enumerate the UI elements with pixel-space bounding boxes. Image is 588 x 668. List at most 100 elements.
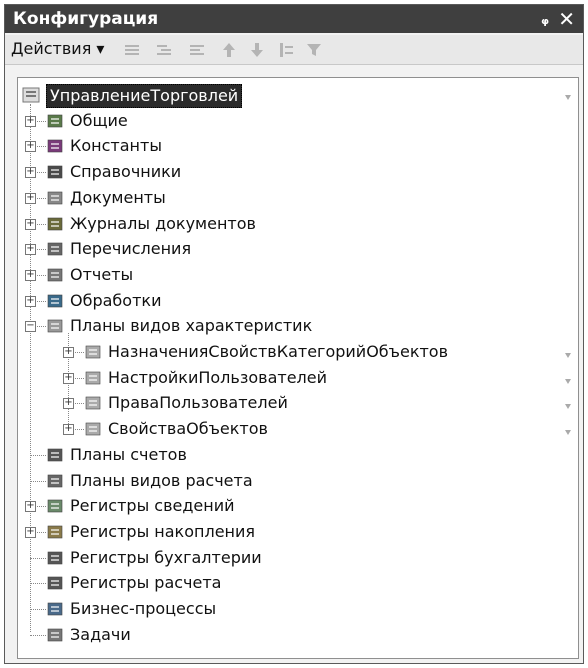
collapse-icon[interactable]: − [25,321,36,333]
catalogs-icon [47,165,63,179]
enums-icon [47,242,63,256]
tree-item-label: Отчеты [70,264,134,284]
move-up-icon[interactable] [220,41,238,59]
tree-item[interactable]: + Отчеты [18,264,558,286]
edit-icon[interactable] [188,41,206,59]
tree-item[interactable]: + Документы [18,187,558,209]
tree-item-label: Бизнес-процессы [70,599,217,618]
tree-connector-line [30,454,46,456]
tree-item-label: Планы видов расчета [70,470,253,490]
expand-icon[interactable]: + [25,167,36,179]
tree-item-label: Регистры накопления [70,521,256,541]
constants-icon [47,140,63,153]
expand-icon[interactable]: + [25,269,36,281]
expand-icon[interactable]: + [63,424,74,436]
title-bar: Конфигурация ᵩ ✕ [5,5,583,33]
tree-item[interactable]: + ПраваПользователей [18,392,558,414]
add-icon[interactable] [123,41,141,59]
tree-item-label: Регистры расчета [70,573,222,593]
tree-item-label: Планы видов характеристик [70,316,313,336]
expand-icon[interactable]: + [25,295,36,307]
tree-item[interactable]: Задачи [18,624,558,646]
tree-item[interactable]: + Обработки [18,290,558,312]
tree-item[interactable]: + СвойстваОбъектов [18,418,558,440]
tree-item[interactable]: Регистры расчета [18,572,558,594]
expand-icon[interactable]: + [25,141,36,153]
characteristic-icon [85,397,101,410]
accumulation-registers-icon [47,525,63,539]
reports-icon [47,268,63,282]
tree-root-label: УправлениеТорговлей [46,84,243,108]
sort-icon[interactable] [277,41,295,59]
pin-icon[interactable]: ᵩ [541,5,549,33]
calculation-types-icon [47,474,63,487]
tree-item-label: Журналы документов [70,213,256,233]
tree-item-label: Обработки [70,290,162,310]
close-icon[interactable]: ✕ [558,5,575,33]
support-marker-icon [565,430,571,436]
expand-icon[interactable]: + [63,398,74,410]
tree-item-label: Общие [70,110,128,130]
window-title: Конфигурация [13,9,159,29]
tree-item[interactable]: + Перечисления [18,238,558,260]
accounting-registers-icon [47,551,63,564]
characteristic-icon [85,345,101,359]
tree-item-label: НазначенияСвойствКатегорийОбъектов [108,342,449,361]
expand-icon[interactable]: + [25,115,36,127]
calculation-registers-icon [47,576,63,590]
tree-item-label: Константы [70,136,162,156]
tree-item[interactable]: + Регистры сведений [18,495,558,517]
configuration-window: Конфигурация ᵩ ✕ Действия ▾ УправлениеТо… [4,4,584,664]
chart-of-accounts-icon [47,448,63,462]
actions-menu-button[interactable]: Действия ▾ [11,39,104,58]
tasks-icon [47,628,63,641]
characteristic-types-icon [47,319,63,333]
tree-item[interactable]: + Журналы документов [18,213,558,235]
tree-item-label: СвойстваОбъектов [108,419,268,439]
tree-item[interactable]: + Константы [18,135,558,157]
support-marker-icon [565,404,571,410]
tree-connector-line [30,634,46,636]
tree-item-label: Регистры сведений [70,496,235,516]
expand-icon[interactable]: + [63,347,74,358]
tree-item[interactable]: + Справочники [18,161,558,183]
tree-connector-line [30,609,46,610]
tree-item[interactable]: Бизнес-процессы [18,598,558,620]
tree-item-label: НастройкиПользователей [108,367,327,387]
tree-item-label: Регистры бухгалтерии [70,547,262,567]
tree-item[interactable]: − Планы видов характеристик [18,315,558,337]
characteristic-icon [85,371,101,384]
documents-icon [47,191,63,205]
tree-connector-line [30,480,46,482]
tree-item[interactable]: + Общие [18,110,558,132]
expand-icon[interactable]: + [25,192,36,204]
toolbar: Действия ▾ [5,35,583,65]
configuration-icon [22,87,40,103]
expand-icon[interactable]: + [25,218,36,230]
configuration-tree: УправлениеТорговлей + Общие + Константы + Спра… [17,77,579,659]
common-icon [47,114,63,127]
copy-icon[interactable] [155,41,173,59]
tree-item-label: Планы счетов [70,444,187,464]
support-marker-icon [565,378,571,384]
expand-icon[interactable]: + [63,372,74,384]
support-marker-icon [565,95,571,100]
tree-item[interactable]: Планы видов расчета [18,470,558,492]
move-down-icon[interactable] [248,41,266,59]
expand-icon[interactable]: + [25,526,36,538]
tree-connector-line [30,557,46,559]
info-registers-icon [47,499,63,513]
support-marker-icon [565,353,571,358]
tree-item-label: Документы [70,187,166,207]
expand-icon[interactable]: + [25,244,36,256]
business-processes-icon [47,602,63,616]
tree-item[interactable]: Планы счетов [18,444,558,466]
filter-icon[interactable] [305,41,323,59]
tree-item[interactable]: + Регистры накопления [18,521,558,543]
tree-item[interactable]: + НазначенияСвойствКатегорийОбъектов [18,341,558,363]
tree-item[interactable]: + НастройкиПользователей [18,367,558,389]
tree-item[interactable]: Регистры бухгалтерии [18,547,558,569]
tree-item-label: Задачи [70,624,131,644]
tree-item-label: ПраваПользователей [108,393,288,413]
expand-icon[interactable]: + [25,501,36,513]
